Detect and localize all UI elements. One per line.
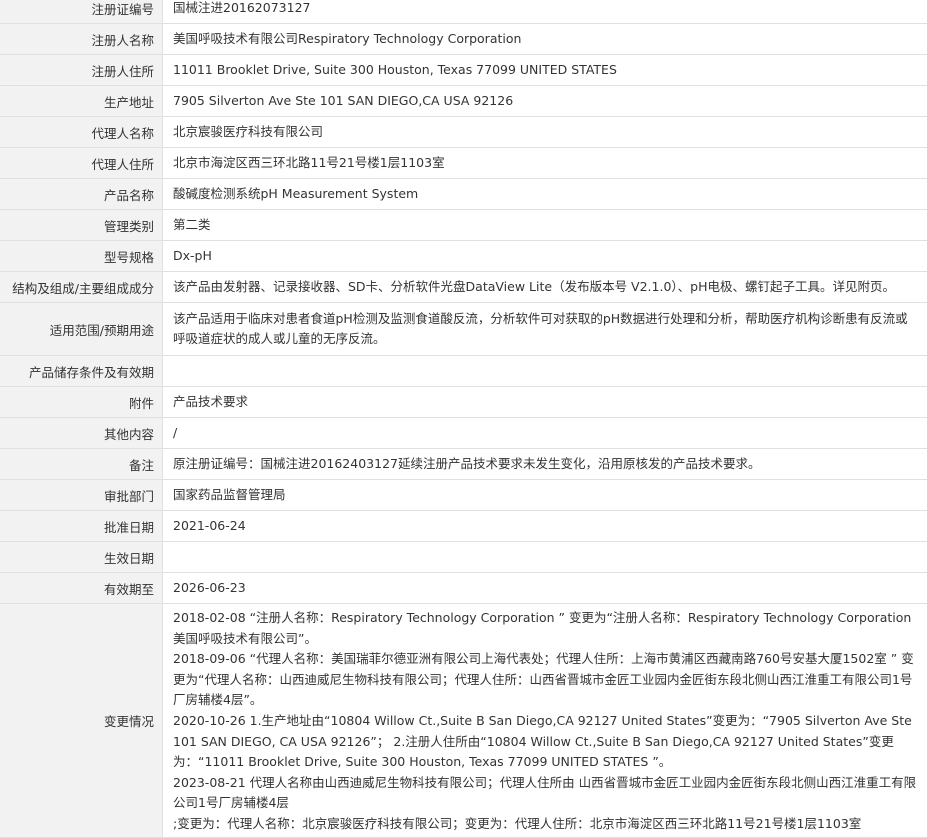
row-value: Dx-pH (173, 248, 212, 263)
table-row: 其他内容 / (0, 418, 927, 449)
change-entry: 2018-02-08 “注册人名称：Respiratory Technology… (173, 610, 912, 646)
row-label: 注册人住所 (0, 55, 163, 85)
table-row: 注册人名称 美国呼吸技术有限公司Respiratory Technology C… (0, 24, 927, 55)
change-history: 2018-02-08 “注册人名称：Respiratory Technology… (163, 604, 927, 837)
row-label: 结构及组成/主要组成成分 (0, 272, 163, 302)
row-label: 代理人住所 (0, 148, 163, 178)
row-label: 适用范围/预期用途 (0, 303, 163, 355)
row-label: 注册人名称 (0, 24, 163, 54)
row-label: 其他内容 (0, 418, 163, 448)
row-value (163, 356, 927, 386)
row-value: / (173, 425, 178, 440)
row-label: 备注 (0, 449, 163, 479)
row-value: 北京市海淀区西三环北路11号21号楼1层1103室 (173, 155, 445, 170)
table-row: 注册证编号 国械注进20162073127 (0, 0, 927, 24)
change-entry: 2020-10-26 1.生产地址由“10804 Willow Ct.,Suit… (173, 712, 912, 770)
table-row: 代理人住所 北京市海淀区西三环北路11号21号楼1层1103室 (0, 148, 927, 179)
row-value: 国家药品监督管理局 (173, 487, 286, 502)
row-value: 国械注进20162073127 (173, 0, 311, 15)
table-row: 审批部门 国家药品监督管理局 (0, 480, 927, 511)
row-label: 生效日期 (0, 542, 163, 572)
row-value: 产品技术要求 (173, 394, 249, 409)
table-row-changes: 变更情况 2018-02-08 “注册人名称：Respiratory Techn… (0, 604, 927, 838)
registration-table: 注册证编号 国械注进20162073127 注册人名称 美国呼吸技术有限公司Re… (0, 0, 927, 838)
table-row: 代理人名称 北京宸骏医疗科技有限公司 (0, 117, 927, 148)
change-entry: 2018-09-06 “代理人名称：美国瑞菲尔德亚洲有限公司上海代表处；代理人住… (173, 651, 914, 708)
row-label: 产品储存条件及有效期 (0, 356, 163, 386)
row-value: 该产品由发射器、记录接收器、SD卡、分析软件光盘DataView Lite（发布… (173, 279, 895, 294)
row-value: 2026-06-23 (173, 580, 246, 595)
row-label: 型号规格 (0, 241, 163, 271)
table-row: 结构及组成/主要组成成分 该产品由发射器、记录接收器、SD卡、分析软件光盘Dat… (0, 272, 927, 303)
row-value: 2021-06-24 (173, 518, 246, 533)
row-value: 美国呼吸技术有限公司Respiratory Technology Corpora… (173, 31, 522, 46)
table-row: 注册人住所 11011 Brooklet Drive, Suite 300 Ho… (0, 55, 927, 86)
table-row: 生产地址 7905 Silverton Ave Ste 101 SAN DIEG… (0, 86, 927, 117)
change-entry: 2023-08-21 代理人名称由山西迪威尼生物科技有限公司；代理人住所由 山西… (173, 774, 917, 811)
row-label: 管理类别 (0, 210, 163, 240)
table-row: 产品名称 酸碱度检测系统pH Measurement System (0, 179, 927, 210)
change-entry: ;变更为：代理人名称：北京宸骏医疗科技有限公司；变更为：代理人住所：北京市海淀区… (173, 815, 862, 831)
row-label: 附件 (0, 387, 163, 417)
table-row: 产品储存条件及有效期 (0, 356, 927, 387)
row-label: 生产地址 (0, 86, 163, 116)
table-row: 备注 原注册证编号：国械注进20162403127延续注册产品技术要求未发生变化… (0, 449, 927, 480)
table-row: 型号规格 Dx-pH (0, 241, 927, 272)
row-label: 代理人名称 (0, 117, 163, 147)
row-value: 原注册证编号：国械注进20162403127延续注册产品技术要求未发生变化，沿用… (173, 456, 761, 471)
row-value (163, 542, 927, 572)
row-label: 注册证编号 (0, 0, 163, 23)
table-row: 生效日期 (0, 542, 927, 573)
table-row: 管理类别 第二类 (0, 210, 927, 241)
table-row: 有效期至 2026-06-23 (0, 573, 927, 604)
row-value: 7905 Silverton Ave Ste 101 SAN DIEGO,CA … (173, 93, 514, 108)
row-value: 11011 Brooklet Drive, Suite 300 Houston,… (173, 62, 617, 77)
row-label: 变更情况 (0, 604, 163, 837)
row-label: 产品名称 (0, 179, 163, 209)
row-value: 该产品适用于临床对患者食道pH检测及监测食道酸反流，分析软件可对获取的pH数据进… (173, 311, 908, 346)
row-value: 第二类 (173, 217, 211, 232)
row-label: 批准日期 (0, 511, 163, 541)
row-label: 有效期至 (0, 573, 163, 603)
table-row: 适用范围/预期用途 该产品适用于临床对患者食道pH检测及监测食道酸反流，分析软件… (0, 303, 927, 356)
row-label: 审批部门 (0, 480, 163, 510)
row-value: 酸碱度检测系统pH Measurement System (173, 186, 419, 201)
table-row: 附件 产品技术要求 (0, 387, 927, 418)
table-row: 批准日期 2021-06-24 (0, 511, 927, 542)
row-value: 北京宸骏医疗科技有限公司 (173, 124, 324, 139)
